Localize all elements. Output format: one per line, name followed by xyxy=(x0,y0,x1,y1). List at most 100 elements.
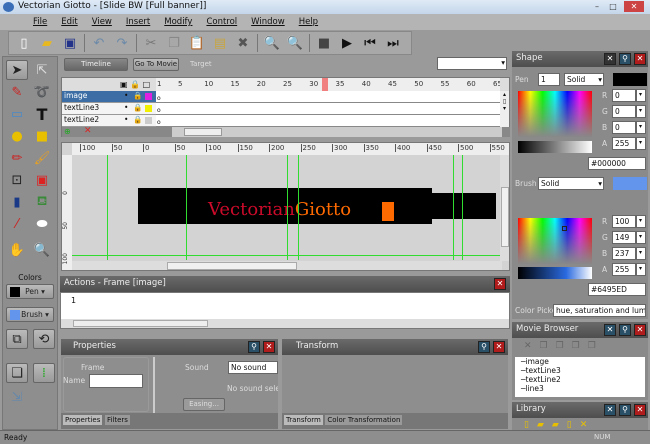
actions-editor[interactable]: 1 xyxy=(60,292,510,329)
pin-shape-button[interactable]: ⚲ xyxy=(619,53,631,65)
visibility-dot-icon[interactable]: • xyxy=(124,103,128,112)
layer-frames[interactable]: o xyxy=(156,103,500,115)
playhead-marker[interactable] xyxy=(322,78,328,91)
pen-r-spin[interactable]: ▾ xyxy=(636,89,646,102)
lock-icon[interactable]: 🔒 xyxy=(133,103,142,112)
swap-colors-icon[interactable]: ⟲ xyxy=(33,329,55,349)
brush-color-swatch[interactable] xyxy=(613,177,647,190)
minimize-button[interactable]: – xyxy=(590,1,604,12)
layer-color-swatch[interactable] xyxy=(145,105,152,112)
text-vectorian[interactable]: Vectorian xyxy=(208,199,295,220)
lasso-icon[interactable]: ➰ xyxy=(31,82,53,102)
save-icon[interactable]: ▣ xyxy=(61,34,79,52)
ellipse-icon[interactable]: ● xyxy=(6,126,28,146)
brush-hue-picker[interactable] xyxy=(518,218,592,264)
pin-properties-button[interactable]: ⚲ xyxy=(248,341,260,353)
guide-line[interactable] xyxy=(186,155,187,260)
brush-b-input[interactable]: 237 xyxy=(612,247,636,260)
lock-icon[interactable]: 🔒 xyxy=(133,91,142,100)
subselect-icon[interactable]: ⇱ xyxy=(31,60,53,80)
layer-frames[interactable]: o xyxy=(156,91,500,103)
pen-hue-picker[interactable] xyxy=(518,91,592,137)
close-shape-button[interactable]: ✕ xyxy=(634,53,646,65)
paste-special-icon[interactable]: ▤ xyxy=(211,34,229,52)
brush-luminance-slider[interactable] xyxy=(518,267,592,279)
timeline-button[interactable]: Timeline xyxy=(64,58,128,71)
menu-edit[interactable]: Edit xyxy=(54,17,84,27)
movie-tree-item[interactable]: ─line3 xyxy=(521,384,645,393)
menu-view[interactable]: View xyxy=(85,17,119,27)
movie-tree-item[interactable]: ─textLine3 xyxy=(521,366,645,375)
cut-icon[interactable]: ✂ xyxy=(142,34,160,52)
float-movie-browser-button[interactable]: ✕ xyxy=(604,324,616,336)
brush-g-input[interactable]: 149 xyxy=(612,231,636,244)
new-file-icon[interactable]: ▯ xyxy=(15,34,33,52)
brush-icon[interactable]: 🖌 xyxy=(31,148,53,168)
color-picker-select[interactable]: hue, saturation and luminance xyxy=(553,304,646,317)
pen-g-spin[interactable]: ▾ xyxy=(636,105,646,118)
close-library-button[interactable]: ✕ xyxy=(634,404,646,416)
play-icon[interactable]: ▶ xyxy=(338,34,356,52)
zoom-in-icon[interactable]: 🔍 xyxy=(263,34,281,52)
guide-line[interactable] xyxy=(298,155,299,260)
tab-filters[interactable]: Filters xyxy=(104,415,130,425)
text-tool-icon[interactable]: T xyxy=(31,104,53,124)
pen-width-input[interactable]: 1 xyxy=(538,73,560,86)
guide-line[interactable] xyxy=(287,155,288,260)
movie-tree-item[interactable]: ─image xyxy=(521,357,645,366)
paint-bucket-icon[interactable]: ⛾ xyxy=(31,192,53,212)
pen-b-spin[interactable]: ▾ xyxy=(636,121,646,134)
layer-frames[interactable]: o xyxy=(156,115,500,127)
brush-color-button[interactable]: Brush ▾ xyxy=(6,307,54,322)
pen-hex-input[interactable]: #000000 xyxy=(588,157,646,170)
brush-a-spin[interactable]: ▾ xyxy=(636,263,646,276)
add-layer-icon[interactable]: ⊕ xyxy=(64,127,71,136)
banner-extension[interactable] xyxy=(431,193,496,219)
guide-line[interactable] xyxy=(453,155,454,260)
guide-line[interactable] xyxy=(107,155,108,260)
layer-color-swatch[interactable] xyxy=(145,117,152,124)
brush-style-select[interactable]: Solid ▾ xyxy=(538,177,604,190)
close-transform-button[interactable]: ✕ xyxy=(493,341,505,353)
step-end-icon[interactable]: ⏭ xyxy=(384,34,402,52)
pen-color-swatch[interactable] xyxy=(613,73,647,86)
pin-movie-browser-button[interactable]: ⚲ xyxy=(619,324,631,336)
text-giotto[interactable]: Giotto xyxy=(295,199,351,220)
snap-guides-icon[interactable]: ⁞ xyxy=(33,363,55,383)
pen-style-select[interactable]: Solid ▾ xyxy=(564,73,604,86)
hand-icon[interactable]: ✋ xyxy=(6,240,28,260)
zoom-tool-icon[interactable]: 🔍 xyxy=(31,240,53,260)
smooth-icon[interactable]: ⇲ xyxy=(6,387,28,407)
select-arrow-icon[interactable]: ➤ xyxy=(6,60,28,80)
open-folder-icon[interactable]: ▰ xyxy=(38,34,56,52)
transform-icon[interactable]: ⊡ xyxy=(6,170,28,190)
movie-tree[interactable]: ─image ─textLine3 ─textLine2 ─line3 xyxy=(515,357,645,397)
paste-icon[interactable]: 📋 xyxy=(188,34,206,52)
menu-help[interactable]: Help xyxy=(292,17,325,27)
lock-icon[interactable]: 🔒 xyxy=(133,115,142,124)
ink-bottle-icon[interactable]: ▮ xyxy=(6,192,28,212)
rectangle-icon[interactable]: ■ xyxy=(31,126,53,146)
pen-color-button[interactable]: Pen ▾ xyxy=(6,284,54,299)
menu-file[interactable]: File xyxy=(26,17,54,27)
menu-control[interactable]: Control xyxy=(199,17,244,27)
rewind-icon[interactable]: ⏮ xyxy=(361,34,379,52)
layer-row[interactable]: textLine3 • 🔒 xyxy=(62,103,156,115)
banner-text[interactable]: VectorianGiotto xyxy=(208,199,351,220)
swap-default-colors-icon[interactable]: ⧉ xyxy=(6,329,28,349)
brush-hex-input[interactable]: #6495ED xyxy=(588,283,646,296)
zoom-out-icon[interactable]: 🔍 xyxy=(286,34,304,52)
guide-line[interactable] xyxy=(72,255,502,256)
pencil-draw-icon[interactable]: ✏ xyxy=(6,148,28,168)
eyedropper-icon[interactable]: ⁄ xyxy=(6,214,28,234)
close-button[interactable]: ✕ xyxy=(624,1,644,12)
close-actions-button[interactable]: ✕ xyxy=(494,278,506,290)
close-properties-button[interactable]: ✕ xyxy=(263,341,275,353)
library-tools-icon[interactable]: ▯▰▰▯✕ xyxy=(524,420,595,430)
layer-color-swatch[interactable] xyxy=(145,93,152,100)
copy-icon[interactable]: ❐ xyxy=(165,34,183,52)
layer-row[interactable]: image • 🔒 xyxy=(62,91,156,103)
snap-object-icon[interactable]: ❏ xyxy=(6,363,28,383)
pen-r-input[interactable]: 0 xyxy=(612,89,636,102)
menu-window[interactable]: Window xyxy=(244,17,292,27)
